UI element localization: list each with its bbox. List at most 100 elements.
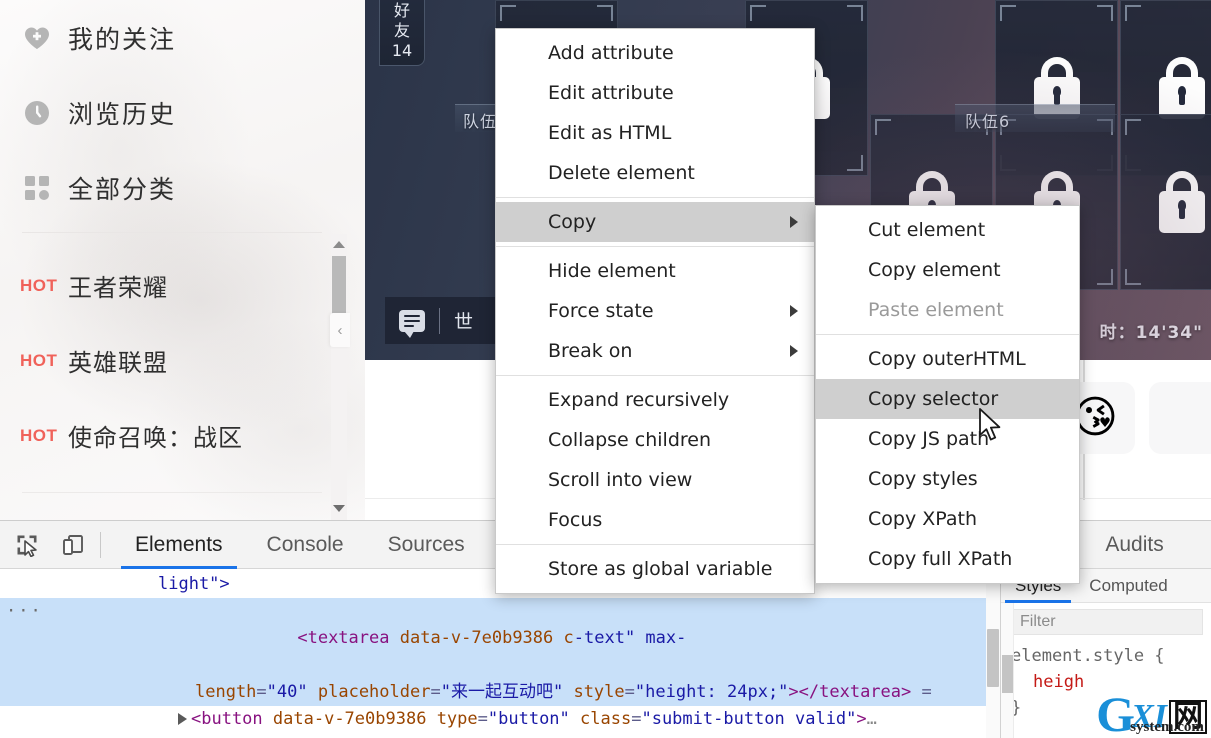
- site-sidebar: 我的关注 浏览历史: [0, 0, 365, 520]
- menu-item-label: Delete element: [548, 162, 695, 184]
- tab-label: Audits: [1105, 533, 1163, 557]
- scrollbar-thumb[interactable]: [987, 629, 999, 687]
- tab-label: Computed: [1089, 576, 1167, 596]
- menu-item-delete-element[interactable]: Delete element: [496, 153, 814, 193]
- menu-item-collapse-children[interactable]: Collapse children: [496, 420, 814, 460]
- locked-slot[interactable]: [1120, 0, 1211, 176]
- menu-item-edit-attribute[interactable]: Edit attribute: [496, 73, 814, 113]
- devtools-copy-submenu[interactable]: Cut element Copy element Paste element C…: [815, 205, 1080, 584]
- tab-audits[interactable]: Audits: [1083, 521, 1185, 569]
- device-toolbar-icon[interactable]: [54, 528, 92, 562]
- dom-tag: >: [856, 709, 866, 729]
- menu-item-copy-selector[interactable]: Copy selector: [816, 379, 1079, 419]
- tab-elements[interactable]: Elements: [113, 521, 245, 569]
- scrollbar-thumb[interactable]: [332, 256, 346, 316]
- menu-separator: [496, 197, 814, 198]
- grid-icon: [24, 175, 50, 201]
- menu-item-label: Add attribute: [548, 42, 674, 64]
- dom-line-selected[interactable]: ···<textarea data-v-7e0b9386 c-text" max…: [0, 598, 1000, 679]
- css-rule-close: }: [1011, 695, 1211, 721]
- menu-item-label: Copy: [548, 211, 596, 233]
- menu-item-paste-element: Paste element: [816, 290, 1079, 330]
- lock-icon: [1159, 171, 1205, 233]
- menu-item-edit-as-html[interactable]: Edit as HTML: [496, 113, 814, 153]
- dom-line[interactable]: </button>: [0, 733, 1000, 738]
- menu-item-break-on[interactable]: Break on: [496, 331, 814, 371]
- emoji-item[interactable]: [1149, 382, 1211, 454]
- menu-item-copy-full-xpath[interactable]: Copy full XPath: [816, 539, 1079, 579]
- dom-attr: style: [573, 682, 624, 702]
- menu-separator: [496, 375, 814, 376]
- friends-tab[interactable]: 好 友 14: [379, 0, 425, 66]
- menu-item-label: Copy outerHTML: [868, 348, 1026, 370]
- locked-slot[interactable]: [995, 0, 1118, 176]
- styles-pane-scrollbar[interactable]: [1001, 603, 1014, 738]
- dom-tag: ></textarea>: [788, 682, 911, 702]
- locked-slot[interactable]: [1120, 114, 1211, 290]
- dom-tag: <button: [191, 709, 263, 729]
- divider: [439, 308, 440, 334]
- game-timer: 时：14'34": [1100, 318, 1203, 343]
- clock-icon: [24, 100, 50, 126]
- dom-attr: data-v-7e0b9386: [273, 709, 427, 729]
- dom-ellipsis-marker: ···: [6, 598, 43, 625]
- hot-badge: HOT: [20, 276, 68, 296]
- dom-attr-value: "40": [267, 682, 308, 702]
- menu-item-label: Edit attribute: [548, 82, 674, 104]
- menu-item-copy-styles[interactable]: Copy styles: [816, 459, 1079, 499]
- scroll-up-arrow-icon[interactable]: [331, 236, 347, 252]
- hot-badge: HOT: [20, 426, 68, 446]
- menu-item-focus[interactable]: Focus: [496, 500, 814, 540]
- menu-item-label: Hide element: [548, 260, 676, 282]
- sidebar-item-history[interactable]: 浏览历史: [0, 75, 340, 150]
- sidebar-item-all-categories[interactable]: 全部分类: [0, 150, 340, 225]
- expand-triangle-icon[interactable]: [178, 713, 187, 725]
- scroll-down-arrow-icon[interactable]: [331, 500, 347, 516]
- dom-attr: data-v-7e0b9386: [400, 628, 554, 648]
- sidebar-item-label: 浏览历史: [68, 95, 176, 131]
- menu-item-add-attribute[interactable]: Add attribute: [496, 33, 814, 73]
- menu-item-label: Cut element: [868, 219, 985, 241]
- sidebar-scrollbar[interactable]: [331, 234, 347, 520]
- list-item[interactable]: HOT 使命召唤：战区: [0, 398, 335, 473]
- menu-item-label: Copy JS path: [868, 428, 989, 450]
- scrollbar-thumb[interactable]: [1002, 655, 1013, 693]
- menu-item-scroll-into-view[interactable]: Scroll into view: [496, 460, 814, 500]
- list-item[interactable]: HOT 王者荣耀: [0, 248, 335, 323]
- tab-computed[interactable]: Computed: [1075, 569, 1181, 603]
- dom-attr: length: [195, 682, 256, 702]
- friends-tab-line2: 友: [394, 21, 410, 41]
- dom-tree-pane[interactable]: light"> ···<textarea data-v-7e0b9386 c-t…: [0, 569, 1000, 738]
- tab-sources[interactable]: Sources: [366, 521, 487, 569]
- sidebar-item-my-follow[interactable]: 我的关注: [0, 0, 340, 75]
- menu-item-store-as-global-variable[interactable]: Store as global variable: [496, 549, 814, 589]
- menu-item-copy-js-path[interactable]: Copy JS path: [816, 419, 1079, 459]
- css-property[interactable]: heigh: [1011, 669, 1211, 695]
- friends-tab-line1: 好: [394, 1, 410, 21]
- menu-item-expand-recursively[interactable]: Expand recursively: [496, 380, 814, 420]
- menu-item-copy[interactable]: Copy: [496, 202, 814, 242]
- menu-item-cut-element[interactable]: Cut element: [816, 210, 1079, 250]
- css-selector: element.style {: [1011, 643, 1211, 669]
- styles-filter-input[interactable]: Filter: [1009, 609, 1203, 635]
- list-item[interactable]: HOT 英雄联盟: [0, 323, 335, 398]
- menu-item-copy-xpath[interactable]: Copy XPath: [816, 499, 1079, 539]
- submenu-arrow-icon: [790, 305, 798, 317]
- menu-item-label: Paste element: [868, 299, 1004, 321]
- menu-item-hide-element[interactable]: Hide element: [496, 251, 814, 291]
- friends-tab-count: 14: [392, 41, 412, 61]
- menu-item-force-state[interactable]: Force state: [496, 291, 814, 331]
- css-rule-block[interactable]: element.style { heigh }: [1001, 643, 1211, 721]
- tab-console[interactable]: Console: [245, 521, 366, 569]
- menu-item-copy-outerhtml[interactable]: Copy outerHTML: [816, 339, 1079, 379]
- menu-item-label: Copy XPath: [868, 508, 977, 530]
- inspect-element-icon[interactable]: [8, 528, 46, 562]
- sidebar-collapse-chevron-icon[interactable]: ‹: [330, 313, 350, 347]
- dom-pane-scrollbar[interactable]: [986, 569, 1000, 738]
- sidebar-divider-bottom: [22, 492, 322, 493]
- chat-bubble-icon: [399, 310, 425, 332]
- menu-item-copy-element[interactable]: Copy element: [816, 250, 1079, 290]
- dom-line-selected[interactable]: length="40" placeholder="来一起互动吧" style="…: [0, 679, 1000, 706]
- dom-line[interactable]: <button data-v-7e0b9386 type="button" cl…: [0, 706, 1000, 733]
- devtools-context-menu[interactable]: Add attribute Edit attribute Edit as HTM…: [495, 28, 815, 594]
